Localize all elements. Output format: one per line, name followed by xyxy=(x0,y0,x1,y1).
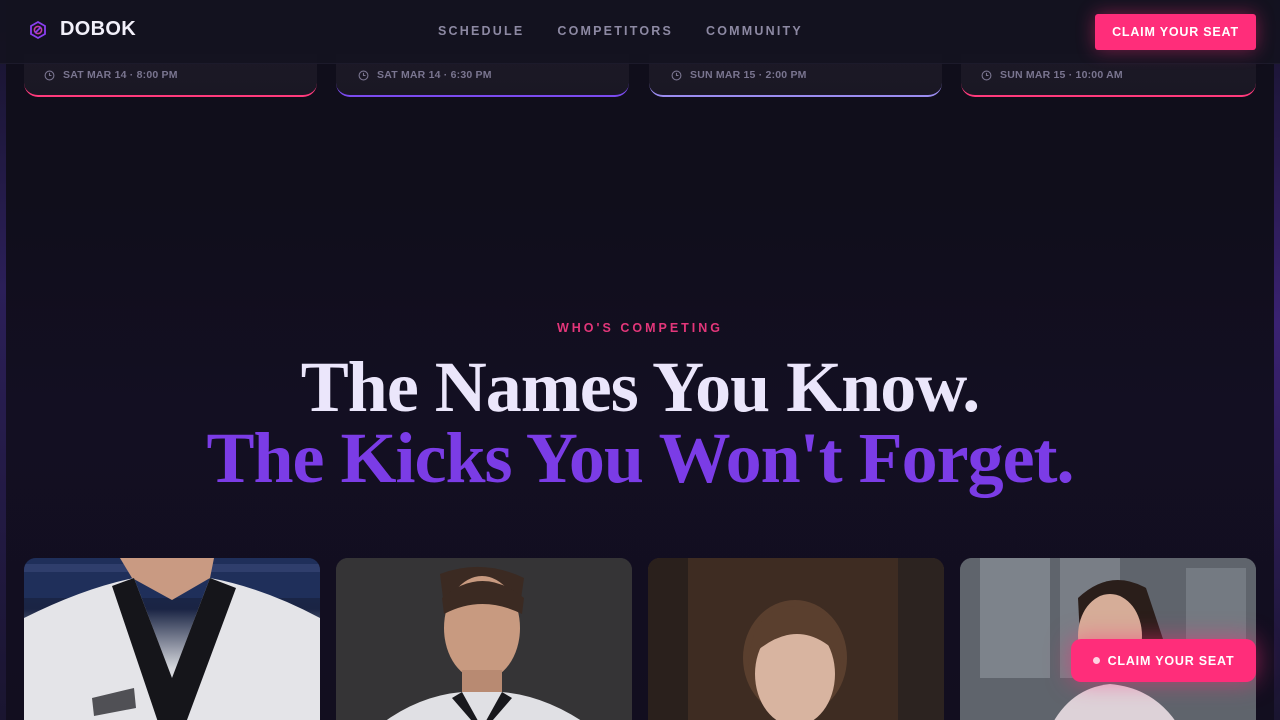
competitor-card[interactable] xyxy=(24,558,320,720)
event-cards-strip: SAT MAR 14 · 8:00 PM SAT MAR 14 · 6:30 P… xyxy=(0,54,1280,98)
event-time-label: SAT MAR 14 · 6:30 PM xyxy=(377,69,492,81)
floating-cta-label: CLAIM YOUR SEAT xyxy=(1107,653,1235,668)
section-headline-line2: The Kicks You Won't Forget. xyxy=(206,418,1074,498)
competitor-photo xyxy=(648,558,944,720)
clock-icon xyxy=(671,70,682,80)
clock-icon xyxy=(981,70,992,80)
event-time: SUN MAR 15 · 10:00 AM xyxy=(981,69,1123,81)
nav-link-schedule[interactable]: SCHEDULE xyxy=(438,24,524,38)
brand-name: DOBOK xyxy=(60,18,136,40)
event-time-label: SAT MAR 14 · 8:00 PM xyxy=(63,69,178,81)
competitor-card[interactable] xyxy=(648,558,944,720)
top-navigation: DOBOK SCHEDULE COMPETITORS COMMUNITY CLA… xyxy=(0,0,1280,64)
event-time-label: SUN MAR 15 · 10:00 AM xyxy=(1000,69,1123,81)
clock-icon xyxy=(358,70,369,80)
claim-seat-button[interactable]: CLAIM YOUR SEAT xyxy=(1095,14,1256,50)
competitor-photo xyxy=(24,558,320,720)
logo-icon xyxy=(30,20,46,39)
clock-icon xyxy=(44,70,55,80)
nav-link-competitors[interactable]: COMPETITORS xyxy=(557,24,673,38)
nav-link-community[interactable]: COMMUNITY xyxy=(706,24,803,38)
event-time: SAT MAR 14 · 8:00 PM xyxy=(44,69,178,81)
event-time: SAT MAR 14 · 6:30 PM xyxy=(358,69,492,81)
nav-links: SCHEDULE COMPETITORS COMMUNITY xyxy=(438,24,803,38)
page-edge-right xyxy=(1274,0,1280,720)
event-time: SUN MAR 15 · 2:00 PM xyxy=(671,69,807,81)
floating-claim-seat-button[interactable]: CLAIM YOUR SEAT xyxy=(1071,639,1256,682)
section-eyebrow: WHO'S COMPETING xyxy=(556,321,724,335)
brand[interactable]: DOBOK xyxy=(28,18,136,41)
competitor-card[interactable] xyxy=(336,558,632,720)
competitor-photo xyxy=(336,558,632,720)
page-edge-left xyxy=(0,0,6,720)
pulse-dot-icon xyxy=(1092,657,1100,664)
event-time-label: SUN MAR 15 · 2:00 PM xyxy=(690,69,807,81)
